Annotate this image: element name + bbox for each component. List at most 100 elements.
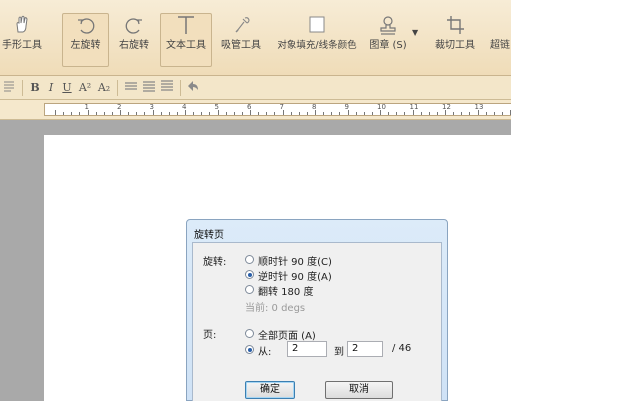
option-counterclockwise-label[interactable]: 逆时针 90 度(A) [258,268,332,283]
underline-button[interactable]: U [61,80,73,96]
ruler-tick [103,112,105,115]
dialog-title: 旋转页 [194,230,224,241]
radio-flip[interactable] [245,285,254,294]
divider [117,80,118,96]
ruler-tick [274,112,276,115]
ruler-tick [404,112,406,115]
ruler-number: 9 [344,103,349,111]
ruler-tick [111,112,113,115]
rotate-label: 旋转: [203,257,227,268]
rotate-right-button[interactable]: 右旋转 [114,14,154,66]
horizontal-ruler: 1 2 3 4 5 6 7 8 9 10 11 12 13 [44,103,511,116]
ruler-tick [493,112,495,115]
all-pages-label[interactable]: 全部页面 (A) [258,327,316,342]
ruler-tick [428,112,430,115]
superscript-button[interactable]: A² [77,80,93,96]
ruler-tick [363,112,365,115]
divider [22,80,23,96]
ok-button[interactable]: 确定 [245,381,295,399]
stamp-dropdown-icon[interactable]: ▼ [412,28,418,37]
tool-label: 手形工具 [2,40,42,51]
tool-label: 右旋转 [119,40,149,51]
ruler-number: 3 [149,103,154,111]
ruler-tick [396,112,398,115]
ruler-number: 10 [377,103,386,111]
ruler-tick [144,112,146,115]
ruler-tick [453,112,455,115]
align-center-icon[interactable] [142,80,156,96]
from-page-input[interactable]: 2 [287,341,327,357]
rotate-left-button[interactable]: 左旋转 [62,13,109,67]
divider [180,80,181,96]
ruler-number: 11 [409,103,419,111]
radio-all-pages[interactable] [245,329,254,338]
ruler-tick [306,112,308,115]
option-flip-label[interactable]: 翻转 180 度 [258,283,313,298]
fill-color-icon [304,14,330,36]
main-toolbar: 手形工具 左旋转 右旋转 文本工具 吸管工具 对象填充/线条颜色 图章 (S) … [0,0,511,76]
total-pages: / 46 [392,343,412,354]
bold-button[interactable]: B [29,80,41,96]
ruler-number: 8 [312,103,317,111]
ruler-tick [436,112,438,115]
ruler-tick [79,112,81,115]
ruler-tick [510,110,511,115]
eyedropper-tool-button[interactable]: 吸管工具 [218,14,264,66]
format-toolbar: B I U A² A₂ [0,76,511,100]
tool-label: 文本工具 [166,40,206,51]
hand-tool-button[interactable]: 手形工具 [2,14,42,66]
ruler-tick [371,112,373,115]
rotate-left-icon [73,14,99,36]
app-window: 手形工具 左旋转 右旋转 文本工具 吸管工具 对象填充/线条颜色 图章 (S) … [0,0,511,401]
ruler-tick [331,112,333,115]
ruler-tick [233,112,235,115]
rotate-page-dialog: 旋转页 旋转: 顺时针 90 度(C) 逆时针 90 度(A) 翻转 180 度… [186,219,448,401]
ruler-tick [485,112,487,115]
ruler-tick [225,112,227,115]
ruler-tick [136,112,138,115]
cancel-button[interactable]: 取消 [325,381,393,399]
radio-page-range[interactable] [245,345,254,354]
tool-label: 图章 (S) [369,40,407,51]
ruler-tick [298,112,300,115]
ruler-tick [168,112,170,115]
tool-label: 吸管工具 [221,40,261,51]
pages-label: 页: [203,330,217,341]
ruler-bar: 1 2 3 4 5 6 7 8 9 10 11 12 13 [0,100,511,120]
ruler-tick [355,112,357,115]
ruler-tick [241,112,243,115]
text-tool-button[interactable]: 文本工具 [160,13,212,67]
ruler-tick [71,112,73,115]
option-clockwise-label[interactable]: 顺时针 90 度(C) [258,253,332,268]
ruler-tick [388,112,390,115]
ruler-tick [461,112,463,115]
crop-tool-button[interactable]: 裁切工具 [428,14,482,66]
italic-button[interactable]: I [45,80,57,96]
ruler-number: 4 [182,103,187,111]
undo-arrow-icon[interactable] [186,80,200,96]
link-tool-button[interactable]: 超链 [490,14,511,66]
ruler-tick [209,112,211,115]
stamp-button[interactable]: 图章 (S) [366,14,410,66]
to-label: 到 [334,347,344,358]
tool-label: 对象填充/线条颜色 [277,40,357,51]
ruler-number: 7 [279,103,284,111]
ruler-tick [193,112,195,115]
ruler-tick [469,112,471,115]
align-left-icon[interactable] [124,80,138,96]
tool-label: 左旋转 [70,40,101,51]
ruler-number: 2 [117,103,122,111]
ruler-tick [160,112,162,115]
ruler-number: 1 [84,103,89,111]
ruler-tick [55,110,56,115]
subscript-button[interactable]: A₂ [96,80,112,96]
ruler-tick [95,112,97,115]
fill-color-button[interactable]: 对象填充/线条颜色 [272,14,362,66]
to-page-input[interactable]: 2 [347,341,383,357]
align-justify-icon[interactable] [160,80,174,96]
ruler-number: 6 [247,103,252,111]
paragraph-icon[interactable] [3,80,15,96]
radio-clockwise[interactable] [245,255,254,264]
radio-counterclockwise[interactable] [245,270,254,279]
ruler-tick [290,112,292,115]
